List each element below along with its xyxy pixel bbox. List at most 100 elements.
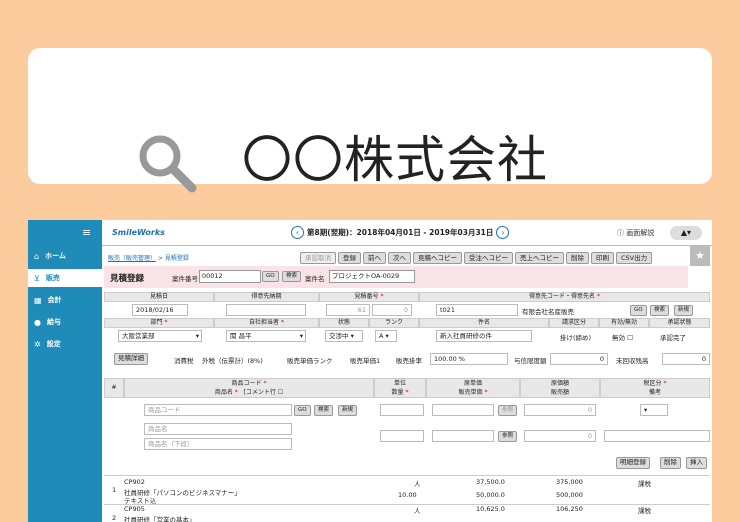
valid-checkbox[interactable]: 無効 ☐ — [612, 332, 633, 342]
delivery-date-field[interactable] — [226, 304, 306, 316]
cost-input[interactable] — [432, 404, 494, 416]
breadcrumb-parent[interactable]: 販売（販売管理） — [108, 255, 156, 262]
subject-field[interactable]: 新入社員研修の件 — [436, 330, 532, 342]
approval-cancel-button[interactable]: 承認取消 — [300, 252, 336, 264]
header-label: 承認状態 — [667, 319, 692, 326]
staff-header: 自社担当者 * — [214, 318, 319, 328]
row-cost-amount: 106,250 — [556, 505, 583, 513]
copy-to-order-button[interactable]: 受注へコピー — [464, 252, 513, 264]
item-code-input[interactable]: 商品コード — [144, 404, 292, 416]
dept-value: 大阪営業部 — [122, 332, 155, 340]
approval-value: 承認完了 — [660, 334, 686, 342]
csv-export-button[interactable]: CSV出力 — [616, 252, 653, 264]
header-label: 自社担当者 — [249, 319, 280, 326]
sidebar-item-sales[interactable]: ⊻ 販売 — [28, 269, 102, 287]
price-ref-button[interactable]: 参照 — [498, 431, 518, 442]
copy-to-sales-button[interactable]: 売上へコピー — [515, 252, 564, 264]
case-search-button[interactable]: 検索 — [282, 271, 302, 282]
header-label: 有効/無効 — [610, 319, 638, 326]
row-sales-amount: 500,000 — [556, 491, 583, 499]
favorite-star-icon[interactable]: ★ — [690, 246, 710, 266]
customer-search-button[interactable]: 検索 — [650, 305, 670, 316]
cost-ref-button[interactable]: 参照 — [498, 405, 518, 416]
valid-header: 有効/無効 — [599, 318, 649, 328]
qty-input[interactable] — [380, 430, 424, 442]
customer-new-button[interactable]: 新規 — [674, 305, 694, 316]
line-insert-button[interactable]: 挿入 — [686, 457, 707, 469]
sidebar-item-label: ホーム — [45, 252, 66, 260]
user-menu-icon[interactable]: ▲▾ — [670, 226, 702, 240]
staff-select[interactable]: 関 昌平 ▾ — [226, 330, 306, 342]
rank-header: ランク — [369, 318, 419, 328]
header-label: [コメント行 — [243, 389, 276, 396]
header-label: 請求区分 — [561, 319, 586, 326]
line-delete-button[interactable]: 削除 — [660, 457, 681, 469]
amount-header: 原価額 販売額 — [520, 378, 600, 398]
sidebar-item-payroll[interactable]: ● 給与 — [28, 313, 102, 331]
print-button[interactable]: 印刷 — [591, 252, 614, 264]
search-box[interactable]: 〇〇株式会社 — [28, 48, 712, 193]
sidebar-item-label: 設定 — [46, 340, 61, 348]
tax-select[interactable]: ▾ — [640, 404, 668, 416]
header-label: 販売単価 — [458, 389, 483, 396]
delete-button[interactable]: 削除 — [566, 252, 589, 264]
line-register-button[interactable]: 明細登録 — [616, 457, 650, 469]
rank-select[interactable]: A ▾ — [375, 330, 397, 342]
row-tax: 課税 — [638, 480, 651, 488]
next-button[interactable]: 次へ — [388, 252, 411, 264]
status-select[interactable]: 交渉中 ▾ — [325, 330, 363, 342]
approval-header: 承認状態 — [649, 318, 710, 328]
previous-button[interactable]: 前へ — [363, 252, 386, 264]
credit-label: 与信限度額 — [514, 357, 547, 365]
header-label: # — [111, 384, 117, 391]
prev-period-icon[interactable]: ‹ — [291, 226, 304, 239]
copy-to-estimate-button[interactable]: 見積へコピー — [413, 252, 462, 264]
item-header: 商品コード * 商品名 * [コメント行 ☐ — [124, 378, 374, 398]
sidebar-item-home[interactable]: ⌂ ホーム — [28, 247, 102, 265]
header-label: 単位 — [393, 380, 406, 387]
sidebar-item-settings[interactable]: ✲ 設定 — [28, 335, 102, 353]
help-link[interactable]: ⓘ 画面解説 — [617, 228, 654, 238]
billing-value: 掛け(締め) — [560, 334, 592, 342]
header-label: 部門 — [150, 319, 163, 326]
estimate-details-button[interactable]: 見積詳細 — [114, 353, 148, 365]
sidebar-item-accounting[interactable]: ▦ 会計 — [28, 291, 102, 309]
item-name-input[interactable]: 商品名 — [144, 423, 292, 435]
item-new-button[interactable]: 新規 — [338, 405, 358, 416]
unit-input[interactable] — [380, 404, 424, 416]
customer-go-button[interactable]: GO — [630, 305, 647, 316]
toolbar: 承認取消 登録 前へ 次へ 見積へコピー 受注へコピー 売上へコピー 削除 印刷… — [300, 252, 653, 264]
header-label: 件名 — [477, 319, 490, 326]
case-go-button[interactable]: GO — [262, 271, 279, 282]
case-name-field[interactable]: プロジェクトOA-0029 — [329, 270, 415, 283]
case-name-label: 案件名 — [305, 275, 325, 283]
customer-code-field[interactable]: t021 — [436, 304, 518, 316]
register-button[interactable]: 登録 — [338, 252, 361, 264]
case-no-field[interactable]: 00012 — [199, 270, 261, 283]
row-no: 1 — [112, 486, 117, 494]
price-input[interactable] — [432, 430, 494, 442]
hamburger-menu-icon[interactable]: ≡ — [82, 226, 91, 239]
note-input[interactable] — [604, 430, 710, 442]
row-price: 50,000.0 — [476, 491, 505, 499]
item-go-button[interactable]: GO — [294, 405, 311, 416]
sidebar-item-label: 販売 — [45, 274, 60, 282]
price-rank-value: 販売単価1 — [350, 357, 381, 365]
estimate-sub-no-field[interactable]: 0 — [372, 304, 412, 316]
item-search-button[interactable]: 検索 — [314, 405, 334, 416]
top-bar: SmileWorks ‹ 第8期(翌期)：2018年04月01日 - 2019年… — [102, 220, 712, 246]
money-bag-icon: ● — [34, 317, 41, 327]
item-name2-input[interactable]: 商品名（下段） — [144, 438, 292, 450]
estimate-no-field[interactable]: 61 — [326, 304, 370, 316]
header-label: 販売額 — [550, 389, 569, 396]
fiscal-period-nav: ‹ 第8期(翌期)：2018年04月01日 - 2019年03月31日 › — [288, 226, 512, 239]
row-cost-amount: 375,000 — [556, 478, 583, 486]
gear-icon: ✲ — [34, 339, 41, 349]
estimate-date-field[interactable]: 2018/02/16 — [132, 304, 188, 316]
tax-note-header: 税区分 * 備考 — [600, 378, 710, 398]
next-period-icon[interactable]: › — [496, 226, 510, 239]
dept-select[interactable]: 大阪営業部 ▾ — [118, 330, 202, 342]
search-icon — [139, 135, 197, 193]
help-label: 画面解説 — [626, 229, 655, 237]
row-tax: 課税 — [638, 507, 651, 515]
